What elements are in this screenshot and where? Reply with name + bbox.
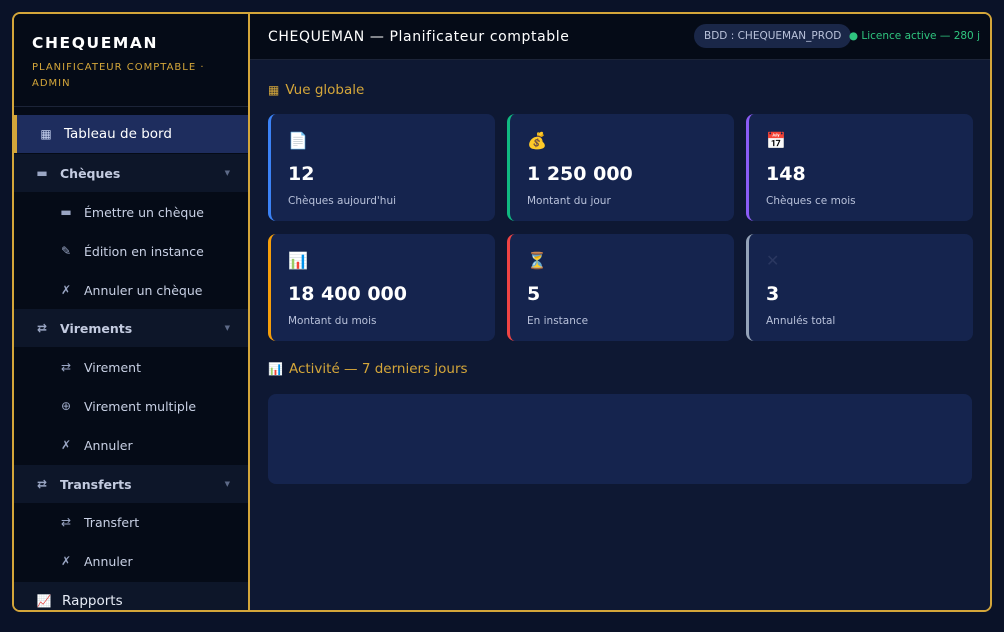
arrows-icon: ⇄ xyxy=(36,321,48,335)
sidebar-item-transfert[interactable]: ⇄ Transfert xyxy=(14,503,248,541)
cross-icon: ✗ xyxy=(60,283,72,297)
stat-card-cancelled: ✕ 3 Annulés total xyxy=(746,234,973,341)
sidebar-item-label: Annuler un chèque xyxy=(84,282,203,298)
grid-icon: ▦ xyxy=(268,83,280,97)
chevron-down-icon: ▼ xyxy=(224,480,230,488)
sidebar-item-label: Transfert xyxy=(84,514,140,530)
grid-icon: ▦ xyxy=(40,127,52,141)
arrows-icon: ⇄ xyxy=(36,477,48,491)
sidebar-item-dashboard[interactable]: ▦ Tableau de bord xyxy=(14,115,248,153)
bar-chart-icon: 📊 xyxy=(288,251,308,270)
sidebar-item-annuler-transfert[interactable]: ✗ Annuler xyxy=(14,542,248,580)
chart-icon: 📈 xyxy=(36,594,52,608)
sidebar-item-annuler-cheque[interactable]: ✗ Annuler un chèque xyxy=(14,271,248,309)
sidebar-item-rapports[interactable]: 📈 Rapports xyxy=(14,582,248,610)
calendar-icon: 📅 xyxy=(766,131,786,150)
brand-subtitle-line1: PLANIFICATEUR COMPTABLE · xyxy=(32,62,205,73)
sidebar-item-label: Tableau de bord xyxy=(64,126,172,142)
cross-icon: ✕ xyxy=(766,251,780,270)
cross-icon: ✗ xyxy=(60,438,72,452)
sidebar-section-transferts[interactable]: ⇄ Transferts ▼ xyxy=(14,465,248,503)
stat-value: 5 xyxy=(527,283,541,305)
sidebar-item-label: Virement xyxy=(84,359,141,375)
sidebar-item-label: Rapports xyxy=(62,593,123,609)
activity-heading: 📊 Activité — 7 derniers jours xyxy=(268,361,468,377)
sidebar-item-edition-instance[interactable]: ✎ Édition en instance xyxy=(14,232,248,270)
arrows-icon: ⇄ xyxy=(60,515,72,529)
stat-card-amount-day: 💰 1 250 000 Montant du jour xyxy=(507,114,734,221)
sidebar-item-annuler-virement[interactable]: ✗ Annuler xyxy=(14,426,248,464)
app-window: CHEQUEMAN PLANIFICATEUR COMPTABLE · ADMI… xyxy=(12,12,992,612)
stat-label: Annulés total xyxy=(766,315,836,327)
stat-value: 18 400 000 xyxy=(288,283,407,305)
activity-title: Activité — 7 derniers jours xyxy=(288,361,468,377)
stat-card-amount-month: 📊 18 400 000 Montant du mois xyxy=(268,234,495,341)
stat-label: Chèques ce mois xyxy=(766,195,856,207)
stat-label: En instance xyxy=(527,315,589,327)
cheque-icon: ▬ xyxy=(36,166,48,180)
topbar: CHEQUEMAN — Planificateur comptable BDD … xyxy=(250,14,990,60)
stat-value: 1 250 000 xyxy=(527,163,633,185)
plus-circle-icon: ⊕ xyxy=(60,399,72,413)
sidebar-item-label: Annuler xyxy=(84,437,133,453)
stat-value: 12 xyxy=(288,163,315,185)
chevron-down-icon: ▼ xyxy=(224,324,230,332)
stat-card-cheques-month: 📅 148 Chèques ce mois xyxy=(746,114,973,221)
sidebar-section-virements[interactable]: ⇄ Virements ▼ xyxy=(14,309,248,347)
stat-label: Chèques aujourd'hui xyxy=(288,195,397,207)
activity-chart-panel xyxy=(268,394,972,484)
hourglass-icon: ⏳ xyxy=(527,251,547,270)
sidebar-section-cheques[interactable]: ▬ Chèques ▼ xyxy=(14,154,248,192)
stat-value: 3 xyxy=(766,283,780,305)
overview-heading: ▦ Vue globale xyxy=(268,82,364,98)
sidebar-item-label: Émettre un chèque xyxy=(84,204,204,220)
arrows-icon: ⇄ xyxy=(60,360,72,374)
document-icon: 📄 xyxy=(288,131,308,150)
sidebar-item-virement-multiple[interactable]: ⊕ Virement multiple xyxy=(14,387,248,425)
sidebar-item-label: Édition en instance xyxy=(84,243,204,259)
sidebar-item-emettre-cheque[interactable]: ▬ Émettre un chèque xyxy=(14,193,248,231)
money-bag-icon: 💰 xyxy=(527,131,547,150)
sidebar-item-label: Virement multiple xyxy=(84,398,197,414)
pencil-icon: ✎ xyxy=(60,244,72,258)
cross-icon: ✗ xyxy=(60,554,72,568)
sidebar-section-label: Chèques xyxy=(60,165,121,181)
bar-chart-icon: 📊 xyxy=(268,362,283,376)
sidebar-item-label: Annuler xyxy=(84,553,133,569)
sidebar-section-label: Virements xyxy=(60,320,133,336)
stat-label: Montant du jour xyxy=(527,195,611,207)
brand-subtitle-line2: ADMIN xyxy=(32,78,71,89)
licence-status: ● Licence active — 280 j xyxy=(848,30,980,42)
chevron-down-icon: ▼ xyxy=(224,169,230,177)
brand-subtitle: PLANIFICATEUR COMPTABLE · ADMIN xyxy=(32,60,230,92)
page-title: CHEQUEMAN — Planificateur comptable xyxy=(268,28,570,45)
sidebar-item-virement[interactable]: ⇄ Virement xyxy=(14,348,248,386)
stat-card-pending: ⏳ 5 En instance xyxy=(507,234,734,341)
stat-value: 148 xyxy=(766,163,806,185)
stat-label: Montant du mois xyxy=(288,315,377,327)
overview-title: Vue globale xyxy=(285,82,365,98)
sidebar-section-label: Transferts xyxy=(60,476,132,492)
brand-title: CHEQUEMAN xyxy=(32,34,159,52)
pen-icon: ▬ xyxy=(60,205,72,219)
main-content: CHEQUEMAN — Planificateur comptable BDD … xyxy=(250,14,990,610)
stat-card-cheques-today: 📄 12 Chèques aujourd'hui xyxy=(268,114,495,221)
sidebar: CHEQUEMAN PLANIFICATEUR COMPTABLE · ADMI… xyxy=(14,14,250,610)
brand: CHEQUEMAN PLANIFICATEUR COMPTABLE · ADMI… xyxy=(14,14,248,107)
database-badge: BDD : CHEQUEMAN_PROD xyxy=(694,24,852,48)
